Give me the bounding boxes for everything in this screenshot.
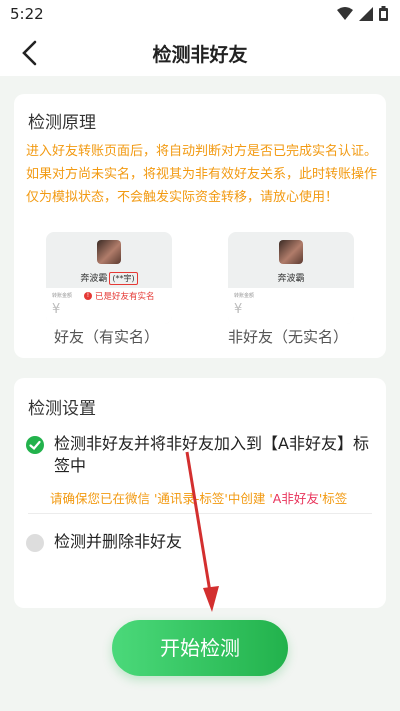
preview-nonfriend: 奔波霸 转账金额 ¥ [228, 232, 354, 324]
tag-name-highlight: A非好友 [272, 491, 319, 506]
wifi-icon [337, 6, 353, 20]
option-delete-label: 检测并删除非好友 [54, 532, 183, 551]
currency-symbol: ¥ [52, 302, 61, 317]
transfer-panel: 转账金额 ¥ ! 已是好友有实名 [46, 288, 172, 324]
principle-card: 检测原理 进入好友转账页面后，将自动判断对方是否已完成实名认证。如果对方尚未实名… [14, 94, 386, 358]
option-add-tag-label: 检测非好友并将非好友加入到【A非好友】标签中 [54, 434, 369, 475]
principle-title: 检测原理 [28, 113, 96, 133]
signal-icon [359, 6, 373, 21]
amount-label: 转账金额 [234, 293, 255, 299]
avatar [97, 240, 121, 264]
settings-card: 检测设置 检测非好友并将非好友加入到【A非好友】标签中 请确保您已在微信 '通讯… [14, 378, 386, 608]
currency-symbol: ¥ [234, 302, 243, 317]
battery-icon [379, 6, 388, 21]
caption-nonfriend: 非好友（无实名） [228, 328, 349, 346]
tag-note: 请确保您已在微信 '通讯录-标签'中创建 'A非好友'标签 [50, 491, 348, 506]
title-bar: 检测非好友 [0, 30, 400, 76]
transfer-panel: 转账金额 ¥ [228, 288, 354, 324]
status-icons [337, 6, 388, 21]
warning-text: 已是好友有实名 [95, 292, 155, 302]
check-icon [29, 440, 41, 451]
status-bar: 5:22 [0, 0, 400, 30]
caption-friend: 好友（有实名） [54, 328, 160, 346]
option-delete[interactable]: 检测并删除非好友 [26, 531, 376, 555]
masked-realname: (**宇) [109, 272, 138, 285]
alert-icon: ! [84, 292, 92, 300]
checkbox-unchecked[interactable] [26, 534, 44, 552]
preview-name: 奔波霸 [80, 274, 108, 284]
divider [28, 513, 372, 514]
preview-name: 奔波霸 [277, 274, 305, 284]
realname-warning: ! 已是好友有实名 [84, 290, 155, 302]
option-add-tag[interactable]: 检测非好友并将非好友加入到【A非好友】标签中 [26, 433, 376, 479]
status-time: 5:22 [10, 5, 44, 23]
amount-label: 转账金额 [52, 293, 73, 299]
preview-friend: 奔波霸 (**宇) 转账金额 ¥ ! 已是好友有实名 [46, 232, 172, 324]
settings-title: 检测设置 [28, 399, 96, 419]
start-detect-button[interactable]: 开始检测 [112, 620, 288, 676]
avatar [279, 240, 303, 264]
principle-text: 进入好友转账页面后，将自动判断对方是否已完成实名认证。如果对方尚未实名，将视其为… [26, 144, 378, 205]
page-title: 检测非好友 [152, 44, 248, 66]
checkbox-checked[interactable] [26, 436, 44, 454]
